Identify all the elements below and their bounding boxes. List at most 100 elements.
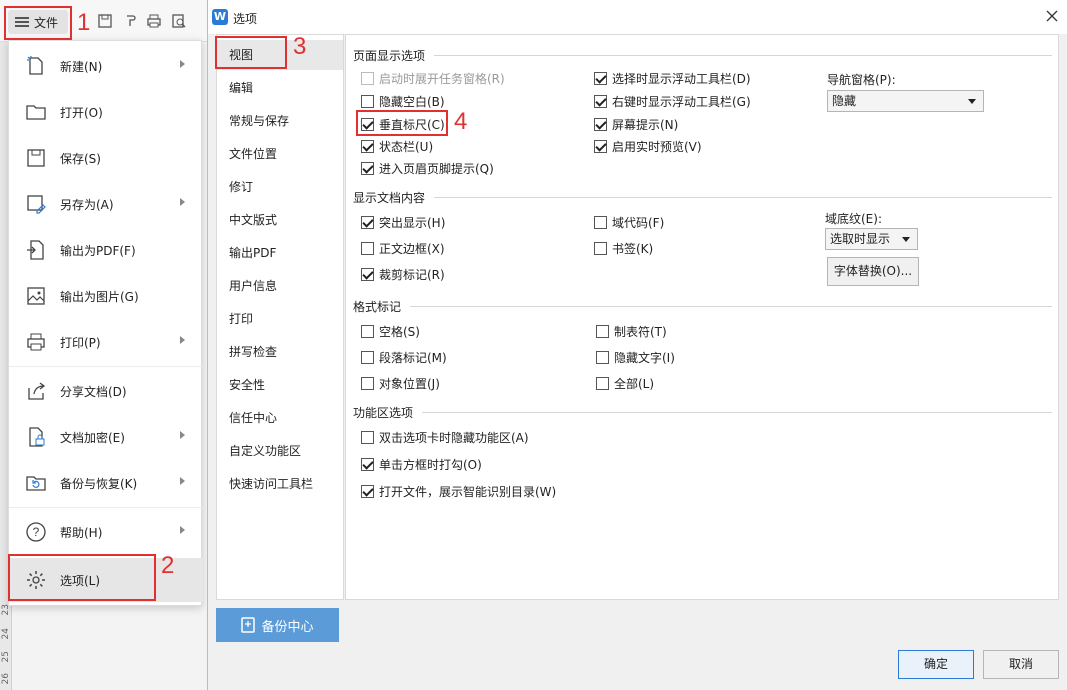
nav-item-chinese-layout[interactable]: 中文版式	[217, 205, 343, 235]
menu-item-label: 新建(N)	[60, 58, 102, 75]
save-icon	[25, 147, 47, 169]
checkbox-hide-blank[interactable]: 隐藏空白(B)	[361, 93, 445, 110]
callout-box-options	[8, 554, 156, 601]
font-substitution-button[interactable]: 字体替换(O)...	[827, 257, 919, 286]
menu-item-label: 打开(O)	[60, 104, 103, 121]
checkbox-live-preview[interactable]: 启用实时预览(V)	[594, 138, 702, 155]
menu-item-label: 帮助(H)	[60, 524, 102, 541]
ruler-number: 25	[1, 651, 11, 662]
wps-logo-icon: W	[212, 9, 228, 25]
print-icon[interactable]	[146, 13, 162, 29]
menu-item-export-pdf[interactable]: 输出为PDF(F)	[9, 230, 203, 270]
chevron-right-icon	[180, 60, 185, 68]
chevron-right-icon	[180, 431, 185, 439]
checkbox-bookmarks[interactable]: 书签(K)	[594, 240, 653, 257]
menu-item-label: 打印(P)	[60, 334, 101, 351]
checkbox-highlight[interactable]: 突出显示(H)	[361, 214, 445, 231]
checkbox-all-marks[interactable]: 全部(L)	[596, 375, 654, 392]
callout-number-2: 2	[161, 554, 174, 578]
callout-box-file	[4, 6, 72, 40]
checkbox-hidden-text[interactable]: 隐藏文字(I)	[596, 349, 675, 366]
menu-item-open[interactable]: 打开(O)	[9, 92, 203, 132]
menu-item-help[interactable]: ? 帮助(H)	[9, 512, 203, 552]
checkbox-status-bar[interactable]: 状态栏(U)	[361, 138, 433, 155]
nav-item-revision[interactable]: 修订	[217, 172, 343, 202]
nav-pane-select[interactable]: 隐藏	[827, 90, 984, 112]
checkbox-field-codes[interactable]: 域代码(F)	[594, 214, 664, 231]
checkbox-float-toolbar-rightclick[interactable]: 右键时显示浮动工具栏(G)	[594, 93, 751, 110]
chevron-right-icon	[180, 526, 185, 534]
checkbox-header-footer-hint[interactable]: 进入页眉页脚提示(Q)	[361, 160, 494, 177]
chevron-down-icon	[968, 99, 976, 104]
save-icon[interactable]	[97, 13, 113, 29]
callout-box-vertical-ruler	[356, 110, 448, 136]
pdf-export-icon	[25, 239, 47, 261]
backup-center-button[interactable]: 备份中心	[216, 608, 339, 642]
file-menu-dropdown: 新建(N) 打开(O) 保存(S) 另存为(A) 输出为PDF(F) 输出为图片…	[8, 40, 202, 606]
field-shading-select[interactable]: 选取时显示	[825, 228, 918, 250]
close-icon[interactable]	[1044, 8, 1060, 24]
print-icon	[25, 331, 47, 353]
checkbox-paragraph-marks[interactable]: 段落标记(M)	[361, 349, 447, 366]
nav-item-spell-check[interactable]: 拼写检查	[217, 337, 343, 367]
nav-item-output-pdf[interactable]: 输出PDF	[217, 238, 343, 268]
checkbox-expand-task-pane[interactable]: 启动时展开任务窗格(R)	[361, 70, 505, 87]
nav-item-user-info[interactable]: 用户信息	[217, 271, 343, 301]
options-nav: 视图 编辑 常规与保存 文件位置 修订 中文版式 输出PDF 用户信息 打印 拼…	[216, 34, 344, 600]
nav-item-quick-access-toolbar[interactable]: 快速访问工具栏	[217, 469, 343, 499]
checkbox-dblclick-hide-ribbon[interactable]: 双击选项卡时隐藏功能区(A)	[361, 429, 529, 446]
section-title-doc-content: 显示文档内容	[353, 189, 425, 206]
checkbox-spaces[interactable]: 空格(S)	[361, 323, 420, 340]
ok-button[interactable]: 确定	[898, 650, 974, 679]
nav-item-trust-center[interactable]: 信任中心	[217, 403, 343, 433]
menu-item-label: 备份与恢复(K)	[60, 475, 137, 492]
ruler-number: 26	[1, 673, 11, 684]
backup-icon	[241, 617, 255, 633]
nav-item-security[interactable]: 安全性	[217, 370, 343, 400]
checkbox-smart-toc[interactable]: 打开文件，展示智能识别目录(W)	[361, 483, 556, 500]
menu-item-backup[interactable]: 备份与恢复(K)	[9, 463, 203, 503]
svg-text:?: ?	[33, 525, 40, 539]
backup-center-label: 备份中心	[261, 616, 313, 635]
menu-item-label: 另存为(A)	[60, 196, 114, 213]
menu-item-save[interactable]: 保存(S)	[9, 138, 203, 178]
nav-item-customize-ribbon[interactable]: 自定义功能区	[217, 436, 343, 466]
share-icon	[25, 380, 47, 402]
chevron-right-icon	[180, 336, 185, 344]
options-content: 页面显示选项 启动时展开任务窗格(R) 隐藏空白(B) 垂直标尺(C) 状态栏(…	[345, 34, 1059, 600]
menu-item-export-image[interactable]: 输出为图片(G)	[9, 276, 203, 316]
menu-item-new[interactable]: 新建(N)	[9, 46, 203, 86]
checkbox-object-anchors[interactable]: 对象位置(J)	[361, 375, 440, 392]
image-export-icon	[25, 285, 47, 307]
section-divider	[410, 306, 1052, 307]
print-preview-icon[interactable]	[171, 13, 187, 29]
menu-item-share[interactable]: 分享文档(D)	[9, 371, 203, 411]
callout-box-view	[215, 36, 287, 69]
menu-item-label: 分享文档(D)	[60, 383, 127, 400]
checkbox-float-toolbar-select[interactable]: 选择时显示浮动工具栏(D)	[594, 70, 751, 87]
checkbox-crop-marks[interactable]: 裁剪标记(R)	[361, 266, 445, 283]
menu-divider	[9, 366, 203, 367]
menu-item-print[interactable]: 打印(P)	[9, 322, 203, 362]
chevron-right-icon	[180, 477, 185, 485]
folder-icon	[25, 101, 47, 123]
nav-item-general-save[interactable]: 常规与保存	[217, 106, 343, 136]
menu-item-encrypt[interactable]: 文档加密(E)	[9, 417, 203, 457]
field-shading-label: 域底纹(E):	[825, 210, 882, 227]
section-divider	[422, 412, 1052, 413]
callout-number-4: 4	[454, 110, 467, 134]
cancel-button[interactable]: 取消	[983, 650, 1059, 679]
menu-item-label: 输出为PDF(F)	[60, 242, 136, 259]
checkbox-text-border[interactable]: 正文边框(X)	[361, 240, 445, 257]
checkbox-screen-tips[interactable]: 屏幕提示(N)	[594, 116, 678, 133]
checkbox-tabs[interactable]: 制表符(T)	[596, 323, 667, 340]
section-title-format-marks: 格式标记	[353, 298, 401, 315]
nav-item-file-location[interactable]: 文件位置	[217, 139, 343, 169]
menu-item-save-as[interactable]: 另存为(A)	[9, 184, 203, 224]
nav-item-edit[interactable]: 编辑	[217, 73, 343, 103]
checkbox-click-to-check[interactable]: 单击方框时打勾(O)	[361, 456, 482, 473]
new-doc-icon	[25, 55, 47, 77]
nav-item-print[interactable]: 打印	[217, 304, 343, 334]
dialog-titlebar: W 选项	[208, 0, 1067, 34]
format-painter-icon[interactable]	[122, 13, 138, 29]
